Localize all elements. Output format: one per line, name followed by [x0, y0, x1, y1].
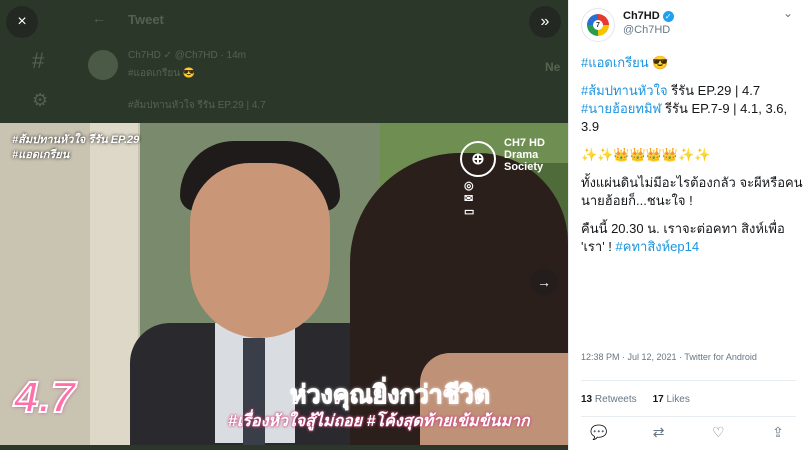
- collapse-panel-button[interactable]: »: [529, 6, 561, 38]
- tweet-actions: 💬 ⇄ ♡ ⇪: [581, 424, 796, 441]
- media-viewer: ← Tweet # ⚙ Ch7HD ✓ @Ch7HD · 14m #แอดเกร…: [0, 0, 568, 450]
- double-chevron-right-icon: »: [540, 13, 550, 30]
- tweet-paragraph: คืนนี้ 20.30 น. เราจะต่อคทา สิงห์เพื่อ '…: [581, 220, 803, 256]
- more-options-icon[interactable]: ⌄: [783, 6, 793, 20]
- hashtag-link[interactable]: #แอดเกรียน: [581, 55, 649, 70]
- tweet-photo[interactable]: #ส้มปทานหัวใจ รีรัน EP.29 #แอดเกรียน ⊕ C…: [0, 123, 568, 445]
- settings-gear-icon: ⚙: [32, 90, 49, 110]
- tweet-stats: 13 Retweets 17 Likes: [581, 394, 690, 405]
- avatar[interactable]: 7: [581, 8, 615, 42]
- tweet-line-text: รีรัน EP.29 | 4.7: [667, 83, 761, 98]
- photo-subline: #เรื่องหัวใจสู้ไม่ถอย #โค้งสุดท้ายเข้มข้…: [228, 413, 530, 430]
- reply-icon[interactable]: 💬: [589, 424, 609, 441]
- share-icon[interactable]: ⇪: [768, 424, 788, 441]
- explore-hash-icon: #: [32, 48, 45, 73]
- likes-stat[interactable]: 17 Likes: [653, 394, 690, 405]
- user-handle[interactable]: @Ch7HD: [623, 24, 670, 36]
- close-button[interactable]: ×: [6, 6, 38, 38]
- display-name[interactable]: Ch7HD: [623, 10, 660, 22]
- likes-count: 17: [652, 394, 664, 405]
- like-icon[interactable]: ♡: [708, 424, 728, 441]
- social-icons: ◎✉▭: [464, 180, 479, 218]
- background-page-title: Tweet: [128, 12, 164, 27]
- background-side-heading: Ne: [545, 60, 561, 74]
- background-avatar: [88, 50, 118, 80]
- photo-man-face: [190, 163, 330, 338]
- photo-top-tags: #ส้มปทานหัวใจ รีรัน EP.29 #แอดเกรียน: [12, 133, 139, 163]
- tweet-meta[interactable]: 12:38 PM · Jul 12, 2021 · Twitter for An…: [581, 352, 757, 362]
- background-tweet-page: ← Tweet # ⚙ Ch7HD ✓ @Ch7HD · 14m #แอดเกร…: [0, 0, 568, 123]
- next-image-button[interactable]: →: [530, 268, 558, 296]
- background-author-line: Ch7HD ✓ @Ch7HD · 14m: [128, 50, 247, 61]
- hashtag-link[interactable]: #นายฮ้อยทมิฬ: [581, 101, 661, 116]
- arrow-right-icon: →: [537, 274, 551, 290]
- tweet-line: #นายฮ้อยทมิฬ รีรัน EP.7-9 | 4.1, 3.6, 3.…: [581, 100, 803, 136]
- close-icon: ×: [17, 13, 27, 30]
- verified-badge-icon: ✓: [662, 10, 674, 22]
- rating-value: 4.7: [13, 372, 76, 423]
- likes-label: Likes: [666, 394, 690, 405]
- sunglasses-emoji: 😎: [652, 55, 669, 70]
- tweet-detail-panel: 7 Ch7HD ✓ @Ch7HD ⌄ #แอดเกรียน 😎 #ส้มปทาน…: [568, 0, 805, 450]
- divider: [581, 380, 796, 381]
- retweet-icon[interactable]: ⇄: [649, 424, 669, 441]
- background-tweet-line: #แอดเกรียน 😎: [128, 68, 196, 79]
- background-tweet-line: #ส้มปทานหัวใจ รีรัน EP.29 | 4.7: [128, 100, 266, 111]
- photo-tag: #ส้มปทานหัวใจ รีรัน EP.29: [12, 134, 140, 146]
- retweets-count: 13: [581, 394, 593, 405]
- tweet-paragraph: ทั้งแผ่นดินไม่มีอะไรต้องกลัว จะผีหรือคน …: [581, 175, 803, 208]
- tweet-text: #แอดเกรียน 😎 #ส้มปทานหัวใจ รีรัน EP.29 |…: [581, 54, 803, 266]
- retweets-stat[interactable]: 13 Retweets: [581, 394, 637, 405]
- retweets-label: Retweets: [594, 394, 637, 405]
- emoji-line: ✨✨👑👑👑👑✨✨: [581, 147, 711, 162]
- back-arrow-icon: ←: [92, 10, 106, 26]
- ch7-logo-icon: 7: [587, 14, 609, 36]
- globe-icon: ⊕: [460, 141, 496, 177]
- photo-tag: #แอดเกรียน: [12, 149, 70, 161]
- tweet-line: #แอดเกรียน 😎: [581, 54, 803, 72]
- hashtag-link[interactable]: #ส้มปทานหัวใจ: [581, 83, 668, 98]
- viewer-bottom-strip: [0, 445, 568, 450]
- tweet-line: #ส้มปทานหัวใจ รีรัน EP.29 | 4.7: [581, 82, 803, 100]
- author-name-row[interactable]: Ch7HD ✓: [623, 10, 674, 22]
- divider: [581, 416, 796, 417]
- channel-logo-text: CH7 HD Drama Society: [504, 137, 545, 173]
- hashtag-link[interactable]: #คทาสิงห์ep14: [616, 239, 700, 254]
